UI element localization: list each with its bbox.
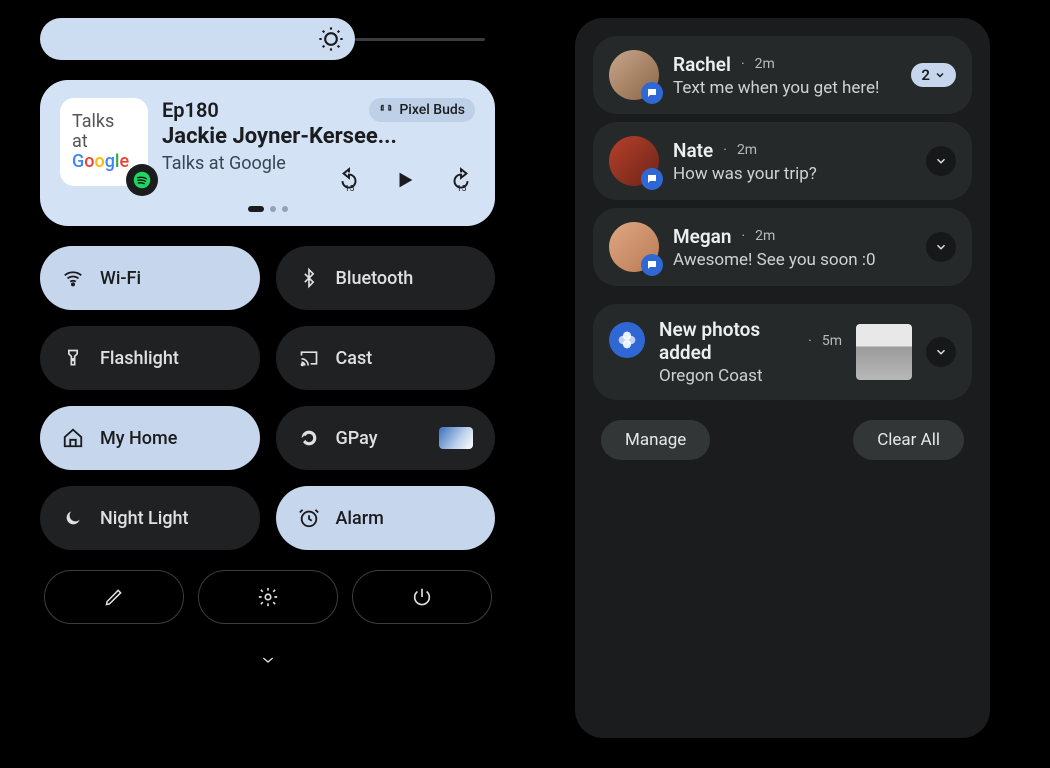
notif-age: 2m [755, 56, 775, 72]
brightness-icon [317, 25, 345, 53]
qs-tile-cast[interactable]: Cast [276, 326, 496, 390]
tile-label: Wi-Fi [100, 268, 141, 289]
notif-body: Oregon Coast [659, 366, 842, 386]
qs-tile-bluetooth[interactable]: Bluetooth [276, 246, 496, 310]
tile-label: Bluetooth [336, 268, 414, 289]
qs-tile-night-light[interactable]: Night Light [40, 486, 260, 550]
tile-label: Cast [336, 348, 373, 369]
earbuds-icon [379, 103, 393, 117]
expand-notif-button[interactable] [926, 337, 956, 367]
bluetooth-icon [298, 267, 320, 289]
expand-notif-button[interactable] [926, 146, 956, 176]
notification-message[interactable]: Megan · 2m Awesome! See you soon :0 [593, 208, 972, 286]
tile-label: Alarm [336, 508, 384, 529]
rewind-15-button[interactable]: 15 [335, 166, 363, 194]
photo-thumbnail [856, 324, 912, 380]
forward-15-button[interactable]: 15 [447, 166, 475, 194]
gpay-icon [298, 427, 320, 449]
sender-name: Rachel [673, 53, 731, 76]
messages-app-icon [641, 254, 663, 276]
tile-label: Flashlight [100, 348, 179, 369]
tile-label: My Home [100, 428, 177, 449]
qs-tile-my-home[interactable]: My Home [40, 406, 260, 470]
wifi-icon [62, 267, 84, 289]
play-button[interactable] [391, 166, 419, 194]
svg-text:15: 15 [345, 184, 355, 193]
alarm-icon [298, 507, 320, 529]
brightness-track-remainder [355, 38, 485, 41]
notif-count-chip[interactable]: 2 [911, 63, 956, 87]
output-device-chip[interactable]: Pixel Buds [369, 98, 475, 122]
gear-icon [257, 586, 279, 608]
notification-photos[interactable]: New photos added · 5m Oregon Coast [593, 304, 972, 400]
qs-tile-wi-fi[interactable]: Wi-Fi [40, 246, 260, 310]
media-player-card[interactable]: Talks at Google Ep180 Pixel Buds [40, 80, 495, 226]
qs-tile-gpay[interactable]: GPay [276, 406, 496, 470]
moon-icon [62, 507, 84, 529]
expand-notif-button[interactable] [926, 232, 956, 262]
notification-shade: Rachel · 2m Text me when you get here! 2… [575, 18, 990, 738]
art-text-line1: Talks [72, 112, 114, 132]
sender-avatar [609, 136, 659, 186]
notification-message[interactable]: Rachel · 2m Text me when you get here! 2 [593, 36, 972, 114]
device-chip-label: Pixel Buds [399, 102, 465, 118]
notif-body: Text me when you get here! [673, 78, 897, 98]
settings-button[interactable] [198, 570, 338, 624]
gpay-card-thumbnail [439, 427, 473, 449]
media-album-art: Talks at Google [60, 98, 148, 186]
edit-tiles-button[interactable] [44, 570, 184, 624]
power-button[interactable] [352, 570, 492, 624]
qs-tile-alarm[interactable]: Alarm [276, 486, 496, 550]
notif-title: New photos added [659, 318, 798, 364]
sender-name: Nate [673, 139, 713, 162]
art-text-line3: Google [72, 152, 129, 172]
messages-app-icon [641, 82, 663, 104]
sender-avatar [609, 222, 659, 272]
notif-body: How was your trip? [673, 164, 912, 184]
brightness-slider[interactable] [40, 18, 495, 60]
art-text-line2: at [72, 132, 88, 152]
media-pagination-dots[interactable] [60, 206, 475, 212]
svg-text:15: 15 [457, 184, 467, 193]
pencil-icon [104, 587, 124, 607]
notif-age: 2m [737, 142, 757, 158]
expand-chevron[interactable] [40, 652, 495, 668]
spotify-icon [126, 164, 158, 196]
manage-notifications-button[interactable]: Manage [601, 420, 710, 460]
notif-age: 5m [822, 333, 842, 349]
qs-tile-flashlight[interactable]: Flashlight [40, 326, 260, 390]
messages-app-icon [641, 168, 663, 190]
tile-label: Night Light [100, 508, 189, 529]
home-icon [62, 427, 84, 449]
sender-avatar [609, 50, 659, 100]
cast-icon [298, 347, 320, 369]
media-track-title: Jackie Joyner-Kersee... [162, 124, 475, 149]
notif-body: Awesome! See you soon :0 [673, 250, 912, 270]
flashlight-icon [62, 347, 84, 369]
photos-app-icon [609, 322, 645, 358]
media-episode: Ep180 [162, 98, 219, 122]
tile-label: GPay [336, 428, 378, 449]
clear-all-button[interactable]: Clear All [853, 420, 964, 460]
notification-message[interactable]: Nate · 2m How was your trip? [593, 122, 972, 200]
sender-name: Megan [673, 225, 731, 248]
power-icon [411, 586, 433, 608]
notif-age: 2m [755, 228, 775, 244]
